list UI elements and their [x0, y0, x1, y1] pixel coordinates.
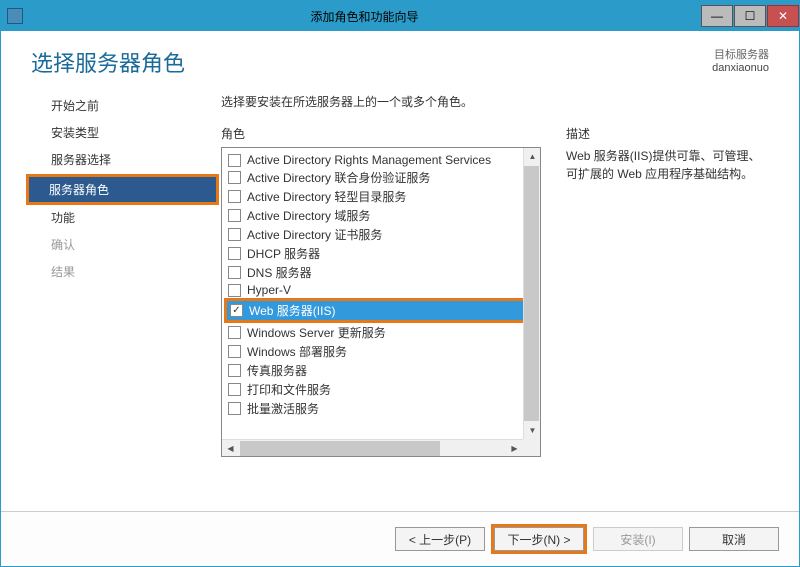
role-item[interactable]: Hyper-V	[222, 282, 540, 298]
previous-button[interactable]: < 上一步(P)	[395, 527, 485, 551]
role-checkbox[interactable]	[228, 247, 241, 260]
role-label: Active Directory 轻型目录服务	[247, 188, 406, 205]
role-item[interactable]: Active Directory 域服务	[222, 206, 540, 225]
role-item[interactable]: Windows Server 更新服务	[222, 323, 540, 342]
role-checkbox[interactable]	[228, 345, 241, 358]
target-name: danxiaonuo	[712, 62, 769, 74]
target-info: 目标服务器 danxiaonuo	[712, 41, 769, 74]
role-item[interactable]: Active Directory 联合身份验证服务	[222, 168, 540, 187]
role-item[interactable]: Active Directory 证书服务	[222, 225, 540, 244]
role-checkbox[interactable]	[228, 364, 241, 377]
nav-item-5: 确认	[31, 232, 211, 257]
role-item[interactable]: DNS 服务器	[222, 263, 540, 282]
role-checkbox[interactable]	[228, 284, 241, 297]
role-checkbox[interactable]	[228, 154, 241, 167]
role-label: 打印和文件服务	[247, 381, 331, 398]
horizontal-scrollbar[interactable]: ◀ ▶	[222, 439, 523, 456]
role-checkbox[interactable]	[228, 228, 241, 241]
role-label: Web 服务器(IIS)	[249, 302, 335, 319]
instruction-text: 选择要安装在所选服务器上的一个或多个角色。	[221, 93, 769, 110]
titlebar: 添加角色和功能向导 — ☐ ✕	[1, 1, 799, 31]
scroll-left-icon[interactable]: ◀	[222, 440, 239, 457]
role-checkbox[interactable]	[228, 266, 241, 279]
role-label: Hyper-V	[247, 283, 291, 297]
role-checkbox[interactable]	[228, 209, 241, 222]
window-title: 添加角色和功能向导	[29, 8, 700, 25]
scroll-down-icon[interactable]: ▼	[524, 422, 541, 439]
role-label: Active Directory Rights Management Servi…	[247, 153, 491, 167]
nav-item-0[interactable]: 开始之前	[31, 93, 211, 118]
close-button[interactable]: ✕	[767, 5, 799, 27]
scroll-right-icon[interactable]: ▶	[506, 440, 523, 457]
role-label: 传真服务器	[247, 362, 307, 379]
role-checkbox[interactable]	[228, 190, 241, 203]
role-item[interactable]: Active Directory Rights Management Servi…	[222, 152, 540, 168]
role-checkbox[interactable]	[228, 171, 241, 184]
description-text: Web 服务器(IIS)提供可靠、可管理、可扩展的 Web 应用程序基础结构。	[566, 147, 769, 183]
role-checkbox[interactable]	[228, 326, 241, 339]
role-item[interactable]: 批量激活服务	[222, 399, 540, 418]
minimize-button[interactable]: —	[701, 5, 733, 27]
nav-item-6: 结果	[31, 259, 211, 284]
role-item[interactable]: Active Directory 轻型目录服务	[222, 187, 540, 206]
horizontal-scroll-thumb[interactable]	[240, 441, 440, 456]
highlight-nav-active: 服务器角色	[26, 174, 219, 205]
highlight-selected-role: Web 服务器(IIS)	[224, 298, 538, 323]
app-icon	[7, 8, 23, 24]
install-button: 安装(I)	[593, 527, 683, 551]
wizard-footer: < 上一步(P) 下一步(N) > 安装(I) 取消	[1, 511, 799, 566]
role-label: Active Directory 联合身份验证服务	[247, 169, 430, 186]
nav-item-1[interactable]: 安装类型	[31, 120, 211, 145]
role-label: 批量激活服务	[247, 400, 319, 417]
role-checkbox[interactable]	[228, 383, 241, 396]
nav-item-4[interactable]: 功能	[31, 205, 211, 230]
wizard-nav: 开始之前安装类型服务器选择服务器角色功能确认结果	[31, 93, 211, 457]
wizard-window: 添加角色和功能向导 — ☐ ✕ 选择服务器角色 目标服务器 danxiaonuo…	[0, 0, 800, 567]
nav-item-2[interactable]: 服务器选择	[31, 147, 211, 172]
roles-label: 角色	[221, 125, 541, 142]
role-label: Windows Server 更新服务	[247, 324, 386, 341]
role-item[interactable]: DHCP 服务器	[222, 244, 540, 263]
cancel-button[interactable]: 取消	[689, 527, 779, 551]
role-label: DHCP 服务器	[247, 245, 320, 262]
nav-item-3[interactable]: 服务器角色	[29, 177, 216, 202]
role-item[interactable]: Windows 部署服务	[222, 342, 540, 361]
description-label: 描述	[566, 125, 769, 142]
roles-listbox[interactable]: Active Directory Rights Management Servi…	[221, 147, 541, 457]
role-label: Windows 部署服务	[247, 343, 347, 360]
scroll-corner	[523, 439, 540, 456]
role-item[interactable]: 打印和文件服务	[222, 380, 540, 399]
role-label: DNS 服务器	[247, 264, 312, 281]
role-item[interactable]: 传真服务器	[222, 361, 540, 380]
highlight-next: 下一步(N) >	[491, 524, 587, 554]
page-title: 选择服务器角色	[31, 41, 712, 78]
role-item[interactable]: Web 服务器(IIS)	[227, 301, 535, 320]
maximize-button[interactable]: ☐	[734, 5, 766, 27]
role-checkbox[interactable]	[228, 402, 241, 415]
next-button[interactable]: 下一步(N) >	[494, 527, 584, 551]
scroll-up-icon[interactable]: ▲	[524, 148, 541, 165]
role-label: Active Directory 域服务	[247, 207, 370, 224]
vertical-scrollbar[interactable]: ▲ ▼	[523, 148, 540, 439]
vertical-scroll-thumb[interactable]	[524, 166, 539, 421]
role-checkbox[interactable]	[230, 304, 243, 317]
target-label: 目标服务器	[712, 46, 769, 62]
role-label: Active Directory 证书服务	[247, 226, 382, 243]
